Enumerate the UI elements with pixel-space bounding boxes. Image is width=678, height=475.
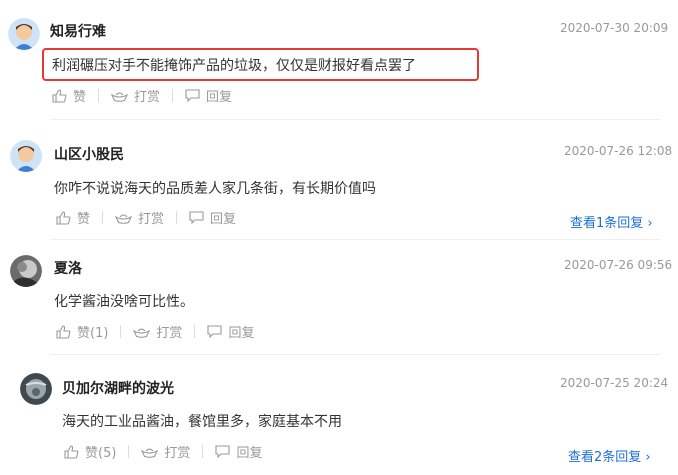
- avatar[interactable]: [10, 255, 42, 287]
- divider: [98, 89, 100, 102]
- row-divider: [50, 239, 660, 240]
- timestamp: 2020-07-26 09:56: [564, 258, 673, 272]
- row-divider: [50, 119, 660, 120]
- ingot-icon: [115, 213, 133, 224]
- timestamp: 2020-07-30 20:09: [560, 21, 669, 35]
- thumbs-up-icon: [56, 210, 71, 225]
- reply-button[interactable]: 回复: [185, 86, 232, 105]
- row-divider: [50, 354, 660, 355]
- like-button[interactable]: 赞(1): [56, 322, 108, 341]
- like-label: 赞: [77, 212, 91, 227]
- divider: [128, 445, 130, 458]
- ingot-icon: [111, 91, 129, 102]
- reply-button[interactable]: 回复: [207, 322, 254, 341]
- thumbs-up-icon: [64, 444, 79, 459]
- comment-icon: [215, 445, 230, 458]
- reply-label: 回复: [228, 326, 255, 341]
- ingot-icon: [133, 327, 151, 338]
- timestamp: 2020-07-25 20:24: [560, 376, 669, 390]
- divider: [176, 211, 178, 224]
- like-button[interactable]: 赞(5): [64, 442, 116, 461]
- thumbs-up-icon: [56, 324, 71, 339]
- username[interactable]: 夏洛: [54, 258, 82, 278]
- comment-text: 你咋不说说海天的品质差人家几条街，有长期价值吗: [54, 181, 376, 197]
- tip-label: 打赏: [164, 446, 191, 461]
- comment-text: 化学酱油没啥可比性。: [54, 294, 194, 310]
- comment-actions: 赞(5) 打赏 回复: [64, 442, 262, 461]
- thumbs-up-icon: [52, 88, 67, 103]
- comment-text: 海天的工业品酱油，餐馆里多，家庭基本不用: [62, 414, 342, 430]
- like-label: 赞(5): [85, 446, 117, 461]
- divider: [120, 325, 122, 338]
- comment-actions: 赞 打赏 回复: [56, 208, 236, 227]
- divider: [194, 325, 196, 338]
- avatar[interactable]: [8, 18, 40, 50]
- tip-label: 打赏: [138, 212, 165, 227]
- username[interactable]: 贝加尔湖畔的波光: [62, 378, 174, 398]
- reply-label: 回复: [206, 90, 233, 105]
- ingot-icon: [141, 447, 159, 458]
- comment-icon: [207, 325, 222, 338]
- tip-button[interactable]: 打赏: [111, 86, 160, 105]
- avatar[interactable]: [10, 140, 42, 172]
- like-label: 赞: [73, 90, 87, 105]
- avatar[interactable]: [20, 373, 52, 405]
- divider: [202, 445, 204, 458]
- comment-icon: [185, 89, 200, 102]
- comment-text: 利润碾压对手不能掩饰产品的垃圾，仅仅是财报好看点罢了: [52, 58, 416, 74]
- tip-label: 打赏: [134, 90, 161, 105]
- reply-button[interactable]: 回复: [215, 442, 262, 461]
- reply-label: 回复: [210, 212, 237, 227]
- tip-label: 打赏: [156, 326, 183, 341]
- like-button[interactable]: 赞: [56, 208, 90, 227]
- tip-button[interactable]: 打赏: [115, 208, 164, 227]
- username[interactable]: 山区小股民: [54, 144, 124, 164]
- like-button[interactable]: 赞: [52, 86, 86, 105]
- tip-button[interactable]: 打赏: [141, 442, 190, 461]
- divider: [102, 211, 104, 224]
- username[interactable]: 知易行难: [50, 21, 106, 41]
- view-replies-link[interactable]: 查看2条回复 ›: [568, 446, 651, 465]
- view-replies-link[interactable]: 查看1条回复 ›: [570, 212, 653, 231]
- divider: [172, 89, 174, 102]
- timestamp: 2020-07-26 12:08: [564, 144, 673, 158]
- comment-icon: [189, 211, 204, 224]
- comment-actions: 赞 打赏 回复: [52, 86, 232, 105]
- reply-button[interactable]: 回复: [189, 208, 236, 227]
- tip-button[interactable]: 打赏: [133, 322, 182, 341]
- comment-actions: 赞(1) 打赏 回复: [56, 322, 254, 341]
- reply-label: 回复: [236, 446, 263, 461]
- like-label: 赞(1): [77, 326, 109, 341]
